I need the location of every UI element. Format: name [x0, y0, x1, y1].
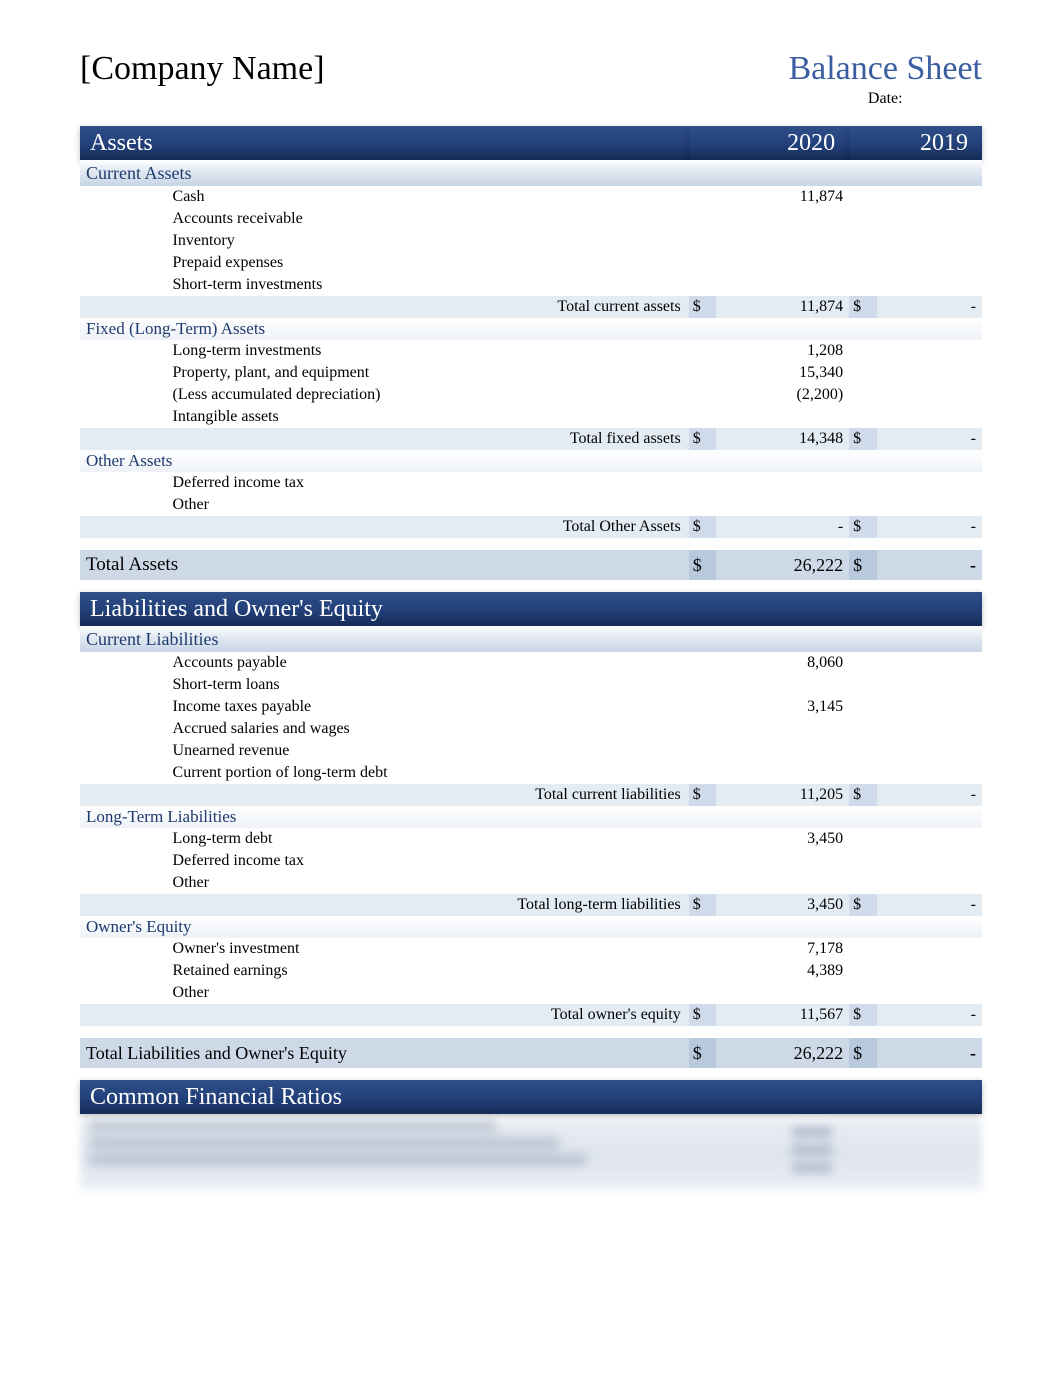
table-row: Inventory: [80, 230, 982, 252]
year-1: 2020: [689, 126, 849, 160]
table-row: Income taxes payable3,145: [80, 696, 982, 718]
header: [Company Name] Balance Sheet Date:: [80, 50, 982, 108]
ratios-header-row: Common Financial Ratios: [80, 1080, 982, 1114]
table-row: Prepaid expenses: [80, 252, 982, 274]
table-row: Other: [80, 872, 982, 894]
total-owners-equity-row: Total owner's equity$11,567$-: [80, 1004, 982, 1026]
table-row: Unearned revenue: [80, 740, 982, 762]
table-row: Other: [80, 494, 982, 516]
liabilities-header-row: Liabilities and Owner's Equity: [80, 592, 982, 626]
balance-sheet-table: Assets 2020 2019 Current Assets Cash11,8…: [80, 126, 982, 1114]
assets-title: Assets: [80, 126, 689, 160]
table-row: Deferred income tax: [80, 472, 982, 494]
table-row: Intangible assets: [80, 406, 982, 428]
table-row: Deferred income tax: [80, 850, 982, 872]
date-label: Date:: [788, 90, 982, 108]
table-row: Other: [80, 982, 982, 1004]
table-row: Cash11,874: [80, 186, 982, 208]
table-row: Long-term investments1,208: [80, 340, 982, 362]
longterm-liabilities-header: Long-Term Liabilities: [80, 806, 982, 828]
total-current-liabilities-row: Total current liabilities$11,205$-: [80, 784, 982, 806]
table-row: Accounts receivable: [80, 208, 982, 230]
assets-header-row: Assets 2020 2019: [80, 126, 982, 160]
table-row: Short-term investments: [80, 274, 982, 296]
table-row: Long-term debt3,450: [80, 828, 982, 850]
total-assets-row: Total Assets$26,222$-: [80, 550, 982, 580]
company-name: [Company Name]: [80, 50, 325, 88]
owners-equity-header: Owner's Equity: [80, 916, 982, 938]
table-row: Retained earnings4,389: [80, 960, 982, 982]
total-current-assets-row: Total current assets$11,874$-: [80, 296, 982, 318]
table-row: Accrued salaries and wages: [80, 718, 982, 740]
table-row: (Less accumulated depreciation)(2,200): [80, 384, 982, 406]
current-assets-header: Current Assets: [80, 160, 982, 186]
table-row: Owner's investment7,178: [80, 938, 982, 960]
total-other-assets-row: Total Other Assets$-$-: [80, 516, 982, 538]
table-row: Short-term loans: [80, 674, 982, 696]
year-2: 2019: [849, 126, 982, 160]
total-liabilities-equity-row: Total Liabilities and Owner's Equity$26,…: [80, 1038, 982, 1068]
table-row: Accounts payable8,060: [80, 652, 982, 674]
title-block: Balance Sheet Date:: [788, 50, 982, 108]
table-row: Current portion of long-term debt: [80, 762, 982, 784]
total-fixed-assets-row: Total fixed assets$14,348$-: [80, 428, 982, 450]
current-liabilities-header: Current Liabilities: [80, 626, 982, 652]
blurred-content: [80, 1120, 982, 1190]
document-title: Balance Sheet: [788, 50, 982, 88]
table-row: Property, plant, and equipment15,340: [80, 362, 982, 384]
fixed-assets-header: Fixed (Long-Term) Assets: [80, 318, 982, 340]
total-longterm-liabilities-row: Total long-term liabilities$3,450$-: [80, 894, 982, 916]
other-assets-header: Other Assets: [80, 450, 982, 472]
